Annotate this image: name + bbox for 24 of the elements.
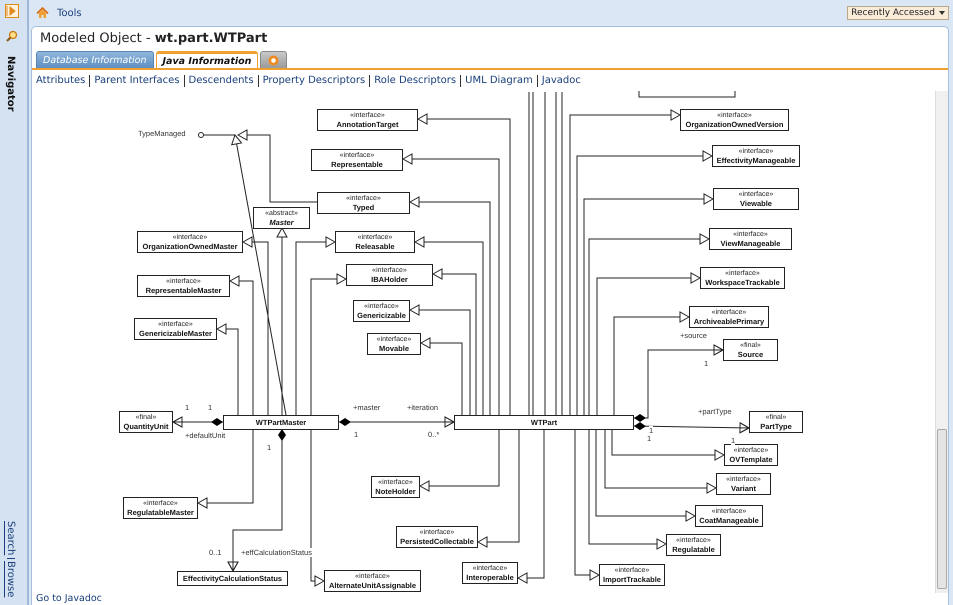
section-link[interactable]: Role Descriptors xyxy=(374,75,456,86)
section-link[interactable]: Descendents xyxy=(188,75,254,86)
expand-icon[interactable] xyxy=(4,4,18,18)
section-link[interactable]: Property Descriptors xyxy=(262,75,366,86)
page-title: Modeled Object - wt.part.WTPart xyxy=(39,30,268,48)
home-icon[interactable] xyxy=(36,7,49,19)
lollipop-connector xyxy=(198,132,236,138)
section-link[interactable]: Parent Interfaces xyxy=(94,75,180,86)
section-link[interactable]: Javadoc xyxy=(542,75,581,86)
javadoc-link[interactable]: Go to Javadoc xyxy=(32,593,948,604)
tab[interactable] xyxy=(260,51,288,68)
section-link[interactable]: UML Diagram xyxy=(465,75,533,86)
tab[interactable]: Java Information xyxy=(156,51,258,68)
navigator-title[interactable]: Navigator xyxy=(5,56,16,112)
section-link[interactable]: Attributes xyxy=(36,75,86,86)
sidebar-link[interactable]: Browse xyxy=(5,560,16,597)
tools-link[interactable]: Tools xyxy=(57,8,82,18)
scrollbar[interactable] xyxy=(935,91,948,593)
circle-icon xyxy=(268,54,280,66)
sidebar-link[interactable]: Search xyxy=(5,521,16,556)
caret-icon xyxy=(939,11,945,15)
scrollbar-thumb[interactable] xyxy=(937,429,947,589)
recently-accessed-dropdown[interactable]: Recently Accessed xyxy=(847,6,949,20)
search-icon[interactable] xyxy=(6,30,18,42)
